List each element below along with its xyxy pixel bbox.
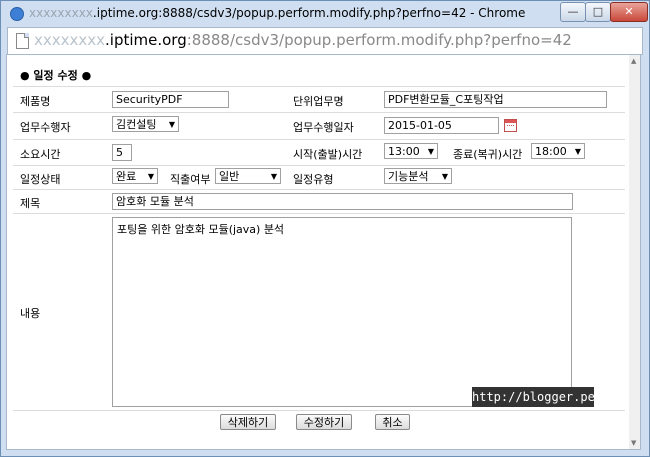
end-time-select-value: 18:00 bbox=[535, 145, 567, 158]
start-time-select[interactable]: 13:00 ▼ bbox=[384, 143, 438, 159]
row-divider bbox=[13, 165, 625, 166]
row-divider bbox=[13, 189, 625, 190]
unit-task-input[interactable]: PDF변환모듈_C포팅작업 bbox=[384, 91, 607, 108]
start-time-label: 시작(출발)시간 bbox=[293, 148, 363, 161]
section-title: ● 일정 수정 ● bbox=[20, 69, 92, 82]
direct-dispatch-select[interactable]: 일반 ▼ bbox=[215, 168, 281, 184]
unit-task-label: 단위업무명 bbox=[293, 95, 344, 108]
url-host: .iptime.org bbox=[105, 31, 187, 49]
window-title: xxxxxxxxx.iptime.org:8888/csdv3/popup.pe… bbox=[29, 6, 525, 20]
calendar-icon[interactable] bbox=[504, 119, 517, 132]
modify-button[interactable]: 수정하기 bbox=[296, 414, 352, 430]
cancel-button[interactable]: 취소 bbox=[375, 414, 410, 430]
performer-select[interactable]: 김컨설팅 ▼ bbox=[112, 116, 179, 132]
content-label: 내용 bbox=[20, 307, 41, 320]
end-time-select[interactable]: 18:00 ▼ bbox=[531, 143, 585, 159]
start-time-select-value: 13:00 bbox=[388, 145, 420, 158]
chevron-down-icon: ▼ bbox=[441, 172, 448, 181]
chevron-down-icon: ▼ bbox=[147, 172, 154, 181]
row-divider bbox=[13, 410, 625, 411]
status-select-value: 완료 bbox=[116, 170, 137, 183]
direct-dispatch-select-value: 일반 bbox=[219, 170, 240, 183]
scroll-up-icon[interactable]: ▲ bbox=[631, 57, 636, 65]
duration-input[interactable]: 5 bbox=[112, 144, 132, 161]
maximize-button[interactable]: □ bbox=[585, 2, 611, 22]
row-divider bbox=[13, 139, 625, 140]
subject-label: 제목 bbox=[20, 197, 41, 210]
schedule-type-label: 일정유형 bbox=[293, 173, 334, 186]
title-bar[interactable]: xxxxxxxxx.iptime.org:8888/csdv3/popup.pe… bbox=[1, 1, 649, 27]
perform-date-label: 업무수행일자 bbox=[293, 121, 354, 134]
delete-button[interactable]: 삭제하기 bbox=[220, 414, 276, 430]
watermark: http://blogger.pe.kr bbox=[472, 387, 617, 407]
schedule-type-select-value: 기능분석 bbox=[388, 170, 429, 183]
chevron-down-icon: ▼ bbox=[574, 147, 581, 156]
page-icon bbox=[16, 33, 29, 49]
product-label: 제품명 bbox=[20, 95, 51, 108]
url-text[interactable]: xxxxxxxx.iptime.org:8888/csdv3/popup.per… bbox=[34, 31, 572, 49]
chevron-down-icon: ▼ bbox=[168, 120, 175, 129]
chevron-down-icon: ▼ bbox=[427, 147, 434, 156]
address-bar[interactable]: xxxxxxxx.iptime.org:8888/csdv3/popup.per… bbox=[7, 27, 643, 55]
row-divider bbox=[13, 213, 625, 214]
end-time-label: 종료(복귀)시간 bbox=[453, 148, 523, 161]
content-textarea[interactable]: 포팅을 위한 암호화 모듈(java) 분석 bbox=[112, 217, 572, 407]
scroll-down-icon[interactable]: ▼ bbox=[631, 439, 636, 447]
row-divider bbox=[13, 112, 625, 113]
minimize-button[interactable]: — bbox=[560, 2, 586, 22]
blurred-host-prefix: xxxxxxxxx bbox=[29, 6, 93, 20]
chrome-icon bbox=[10, 7, 24, 21]
status-label: 일정상태 bbox=[20, 173, 61, 186]
window-title-text: .iptime.org:8888/csdv3/popup.perform.mod… bbox=[92, 6, 526, 20]
subject-input[interactable]: 암호화 모듈 분석 bbox=[112, 193, 573, 210]
vertical-scrollbar[interactable]: ▲ ▼ bbox=[629, 54, 641, 450]
blurred-url-prefix: xxxxxxxx bbox=[34, 31, 106, 49]
schedule-type-select[interactable]: 기능분석 ▼ bbox=[384, 168, 452, 184]
perform-date-input[interactable]: 2015-01-05 bbox=[384, 117, 499, 134]
row-divider bbox=[13, 86, 625, 87]
direct-dispatch-label: 직출여부 bbox=[170, 173, 211, 186]
duration-label: 소요시간 bbox=[20, 148, 61, 161]
url-path: :8888/csdv3/popup.perform.modify.php?per… bbox=[186, 31, 572, 49]
performer-label: 업무수행자 bbox=[20, 121, 71, 134]
chevron-down-icon: ▼ bbox=[270, 172, 277, 181]
status-select[interactable]: 완료 ▼ bbox=[112, 168, 158, 184]
product-input[interactable]: SecurityPDF bbox=[112, 91, 229, 108]
performer-select-value: 김컨설팅 bbox=[116, 118, 157, 131]
close-button[interactable]: ✕ bbox=[610, 2, 648, 22]
